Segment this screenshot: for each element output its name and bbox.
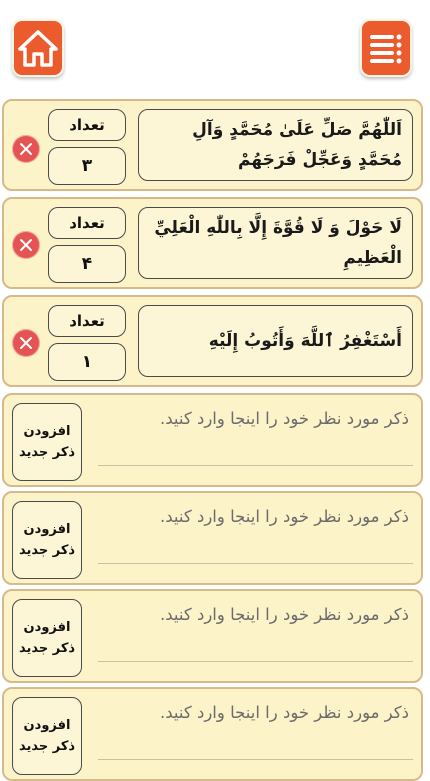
dhikr-card: تعداد ۳ اَللّٰهُمَّ صَلِّ عَلَىٰ مُحَمَّ… (2, 99, 423, 191)
count-label: تعداد (48, 207, 126, 239)
dhikr-card: تعداد ۴ لَا حَوْلَ وَ لَا قُوَّةَ إِلَّا… (2, 197, 423, 289)
add-button-label: ذکر جدید (18, 641, 76, 656)
dhikr-text-box[interactable]: أَسْتَغْفِرُ ٱللَّهَ وَأَتُوبُ إِلَيْهِ (138, 305, 413, 377)
home-button[interactable] (12, 19, 64, 77)
input-underline (98, 465, 413, 466)
add-dhikr-button[interactable]: افزودن ذکر جدید (12, 599, 82, 677)
delete-button[interactable] (12, 329, 40, 357)
close-icon (20, 239, 32, 251)
menu-button[interactable] (360, 19, 412, 77)
list-menu-icon (370, 34, 402, 64)
add-button-label: ذکر جدید (18, 739, 76, 754)
add-button-label: ذکر جدید (18, 445, 76, 460)
dhikr-text-box[interactable]: اَللّٰهُمَّ صَلِّ عَلَىٰ مُحَمَّدٍ وَآلِ… (138, 109, 413, 181)
new-dhikr-card: افزودن ذکر جدید ذکر مورد نظر خود را اینج… (2, 393, 423, 487)
add-button-label: ذکر جدید (18, 543, 76, 558)
dhikr-text: أَسْتَغْفِرُ ٱللَّهَ وَأَتُوبُ إِلَيْهِ (208, 331, 402, 351)
dhikr-card: تعداد ۱ أَسْتَغْفِرُ ٱللَّهَ وَأَتُوبُ إ… (2, 295, 423, 387)
add-button-label: افزودن (23, 424, 71, 439)
add-dhikr-button[interactable]: افزودن ذکر جدید (12, 697, 82, 775)
input-underline (98, 759, 413, 760)
count-value[interactable]: ۱ (48, 343, 126, 381)
close-icon (20, 143, 32, 155)
add-button-label: افزودن (23, 522, 71, 537)
new-dhikr-card: افزودن ذکر جدید ذکر مورد نظر خود را اینج… (2, 589, 423, 683)
new-dhikr-card: افزودن ذکر جدید ذکر مورد نظر خود را اینج… (2, 687, 423, 781)
add-dhikr-button[interactable]: افزودن ذکر جدید (12, 501, 82, 579)
new-dhikr-card: افزودن ذکر جدید ذکر مورد نظر خود را اینج… (2, 491, 423, 585)
dhikr-text-box[interactable]: لَا حَوْلَ وَ لَا قُوَّةَ إِلَّا بِاللّٰ… (138, 207, 413, 279)
home-icon (18, 30, 58, 67)
dhikr-input[interactable]: ذکر مورد نظر خود را اینجا وارد کنید. (98, 409, 409, 428)
dhikr-input[interactable]: ذکر مورد نظر خود را اینجا وارد کنید. (98, 605, 409, 624)
close-icon (20, 337, 32, 349)
count-value[interactable]: ۳ (48, 147, 126, 185)
input-underline (98, 661, 413, 662)
input-underline (98, 563, 413, 564)
add-button-label: افزودن (23, 718, 71, 733)
delete-button[interactable] (12, 231, 40, 259)
dhikr-text: اَللّٰهُمَّ صَلِّ عَلَىٰ مُحَمَّدٍ وَآلِ… (192, 120, 402, 170)
dhikr-input[interactable]: ذکر مورد نظر خود را اینجا وارد کنید. (98, 507, 409, 526)
count-value[interactable]: ۴ (48, 245, 126, 283)
count-label: تعداد (48, 305, 126, 337)
dhikr-text: لَا حَوْلَ وَ لَا قُوَّةَ إِلَّا بِاللّٰ… (154, 218, 402, 268)
count-label: تعداد (48, 109, 126, 141)
add-button-label: افزودن (23, 620, 71, 635)
dhikr-input[interactable]: ذکر مورد نظر خود را اینجا وارد کنید. (98, 703, 409, 722)
add-dhikr-button[interactable]: افزودن ذکر جدید (12, 403, 82, 481)
top-bar (0, 0, 430, 96)
delete-button[interactable] (12, 135, 40, 163)
